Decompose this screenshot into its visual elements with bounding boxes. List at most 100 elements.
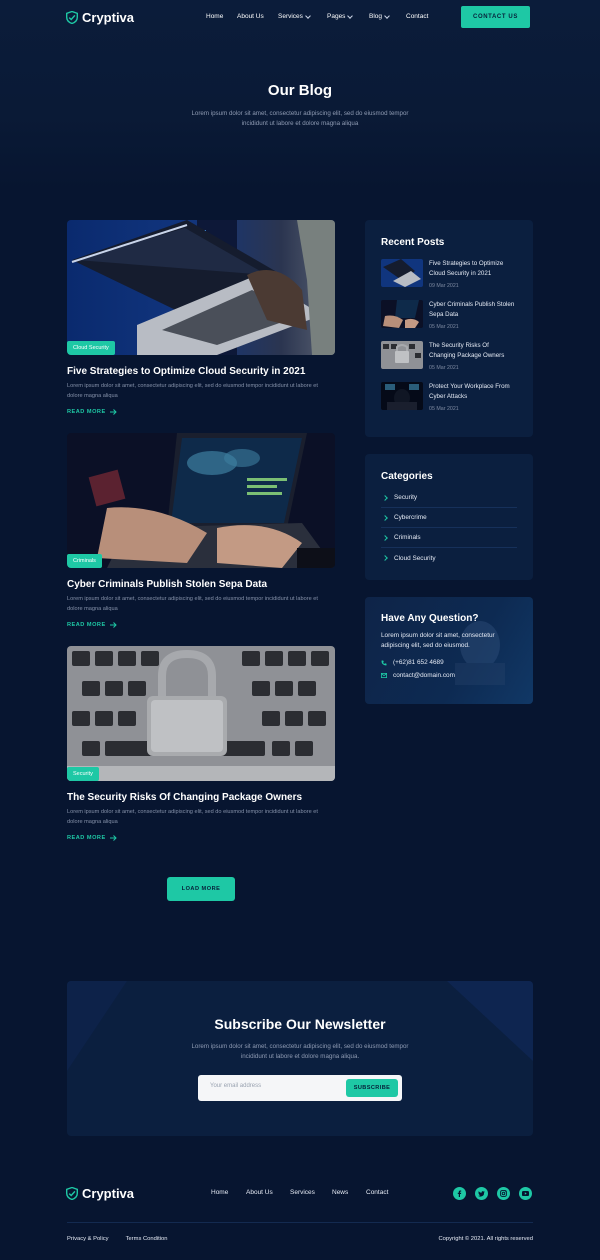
- post-title[interactable]: Cyber Criminals Publish Stolen Sepa Data: [67, 579, 335, 590]
- recent-post-thumbnail: [381, 382, 423, 410]
- terms-condition-link[interactable]: Terms Condition: [126, 1236, 168, 1242]
- recent-post-item[interactable]: Five Strategies to Optimize Cloud Securi…: [381, 259, 517, 289]
- nav-pages-label: Pages: [327, 13, 346, 20]
- recent-post-title: Cyber Criminals Publish Stolen Sepa Data: [429, 301, 515, 318]
- recent-post-thumbnail: [381, 341, 423, 369]
- post-image[interactable]: Criminals: [67, 433, 335, 568]
- recent-post-item[interactable]: Protect Your Workplace From Cyber Attack…: [381, 382, 517, 412]
- load-more-button[interactable]: LOAD MORE: [167, 877, 235, 901]
- read-more-label: READ MORE: [67, 835, 106, 841]
- footer-logo-text: Cryptiva: [82, 1186, 135, 1201]
- twitter-icon[interactable]: [475, 1187, 488, 1200]
- nav-blog-label: Blog: [369, 13, 383, 20]
- nav-about[interactable]: About Us: [237, 13, 278, 20]
- category-item[interactable]: Cloud Security: [381, 548, 517, 568]
- category-label: Cybercrime: [394, 514, 427, 521]
- arrow-right-icon: [109, 835, 117, 841]
- question-text: Lorem ipsum dolor sit amet, consectetur …: [381, 632, 495, 649]
- read-more-label: READ MORE: [67, 622, 106, 628]
- post-image[interactable]: Cloud Security: [67, 220, 335, 355]
- email-input[interactable]: Your email address: [210, 1083, 261, 1089]
- question-title: Have Any Question?: [381, 613, 479, 624]
- recent-post-item[interactable]: Cyber Criminals Publish Stolen Sepa Data…: [381, 300, 517, 330]
- instagram-icon[interactable]: [497, 1187, 510, 1200]
- chevron-right-icon: [382, 514, 388, 521]
- chevron-right-icon: [382, 534, 388, 541]
- nav-services[interactable]: Services: [278, 12, 327, 20]
- nav-pages[interactable]: Pages: [327, 12, 369, 20]
- chevron-down-icon: [347, 12, 354, 19]
- logo[interactable]: Cryptiva: [66, 10, 134, 25]
- categories-title: Categories: [381, 471, 433, 482]
- copyright-text: Copyright © 2021. All rights reserved: [438, 1236, 534, 1242]
- recent-post-date: 05 Mar 2021: [429, 365, 459, 371]
- recent-post-date: 05 Mar 2021: [429, 406, 459, 412]
- post-title[interactable]: Five Strategies to Optimize Cloud Securi…: [67, 366, 335, 377]
- category-label: Cloud Security: [394, 554, 436, 562]
- recent-post-thumbnail: [381, 300, 423, 328]
- post-excerpt: Lorem ipsum dolor sit amet, consectetur …: [67, 596, 318, 612]
- nav-home[interactable]: Home: [206, 13, 237, 20]
- chevron-down-icon: [384, 12, 390, 19]
- laptop-server-image: [67, 220, 335, 355]
- youtube-icon[interactable]: [519, 1187, 532, 1200]
- category-item[interactable]: Criminals: [381, 528, 517, 548]
- recent-post-date: 09 Mar 2021: [429, 283, 459, 289]
- footer-legal-links: Privacy & Policy Terms Condition: [67, 1236, 167, 1242]
- footer-nav-news[interactable]: News: [332, 1189, 366, 1196]
- read-more-link[interactable]: READ MORE: [67, 409, 335, 415]
- newsletter-section: Subscribe Our Newsletter Lorem ipsum dol…: [67, 981, 533, 1136]
- subscribe-button[interactable]: SUBSCRIBE: [346, 1079, 398, 1097]
- recent-posts-title: Recent Posts: [381, 237, 445, 248]
- post-category-badge[interactable]: Cloud Security: [67, 341, 115, 355]
- category-item[interactable]: Cybercrime: [381, 508, 517, 528]
- post-excerpt: Lorem ipsum dolor sit amet, consectetur …: [67, 809, 318, 825]
- question-widget: Have Any Question? Lorem ipsum dolor sit…: [365, 597, 533, 704]
- social-links: [453, 1187, 532, 1200]
- footer-nav-contact[interactable]: Contact: [366, 1189, 388, 1196]
- chevron-down-icon: [305, 12, 311, 19]
- post-title[interactable]: The Security Risks Of Changing Package O…: [67, 792, 335, 803]
- nav-home-label: Home: [206, 13, 224, 20]
- newsletter-title: Subscribe Our Newsletter: [214, 1016, 386, 1032]
- email-link[interactable]: contact@domain.com: [381, 672, 517, 679]
- phone-link[interactable]: (+62)81 652 4689: [381, 659, 517, 666]
- logo-text: Cryptiva: [82, 10, 135, 25]
- phone-number: (+62)81 652 4689: [393, 659, 444, 666]
- category-label: Criminals: [394, 534, 421, 541]
- nav-blog[interactable]: Blog: [369, 12, 406, 20]
- post-category-badge[interactable]: Criminals: [67, 554, 102, 568]
- read-more-link[interactable]: READ MORE: [67, 622, 335, 628]
- read-more-label: READ MORE: [67, 409, 106, 415]
- recent-post-title: Protect Your Workplace From Cyber Attack…: [429, 383, 510, 400]
- hacker-laptop-image: [67, 433, 335, 568]
- chevron-right-icon: [382, 555, 388, 561]
- recent-post-date: 05 Mar 2021: [429, 324, 459, 330]
- post-image[interactable]: Security: [67, 646, 335, 781]
- footer-nav-home[interactable]: Home: [211, 1189, 246, 1196]
- site-header: Cryptiva Home About Us Services Pages Bl…: [0, 0, 600, 36]
- mail-icon: [381, 673, 387, 678]
- footer-nav-services[interactable]: Services: [290, 1189, 332, 1196]
- arrow-right-icon: [109, 409, 117, 415]
- post-category-badge[interactable]: Security: [67, 767, 99, 781]
- facebook-icon[interactable]: [453, 1187, 466, 1200]
- post-excerpt: Lorem ipsum dolor sit amet, consectetur …: [67, 383, 318, 399]
- recent-post-item[interactable]: The Security Risks Of Changing Package O…: [381, 341, 517, 371]
- footer-nav-about[interactable]: About Us: [246, 1189, 290, 1196]
- recent-post-title: The Security Risks Of Changing Package O…: [429, 342, 505, 359]
- category-label: Security: [394, 494, 418, 501]
- read-more-link[interactable]: READ MORE: [67, 835, 335, 841]
- phone-icon: [381, 660, 387, 665]
- footer-logo[interactable]: Cryptiva: [66, 1186, 134, 1201]
- privacy-policy-link[interactable]: Privacy & Policy: [67, 1236, 109, 1242]
- arrow-right-icon: [109, 622, 117, 628]
- footer-divider: [67, 1222, 533, 1223]
- nav-contact-label: Contact: [406, 13, 429, 20]
- category-item[interactable]: Security: [381, 488, 517, 508]
- padlock-keyboard-image: [67, 646, 335, 781]
- categories-widget: Categories Security Cybercrime Criminals…: [365, 454, 533, 580]
- newsletter-form: Your email address SUBSCRIBE: [198, 1075, 402, 1101]
- contact-us-button[interactable]: CONTACT US: [461, 6, 530, 28]
- nav-contact[interactable]: Contact: [406, 13, 428, 20]
